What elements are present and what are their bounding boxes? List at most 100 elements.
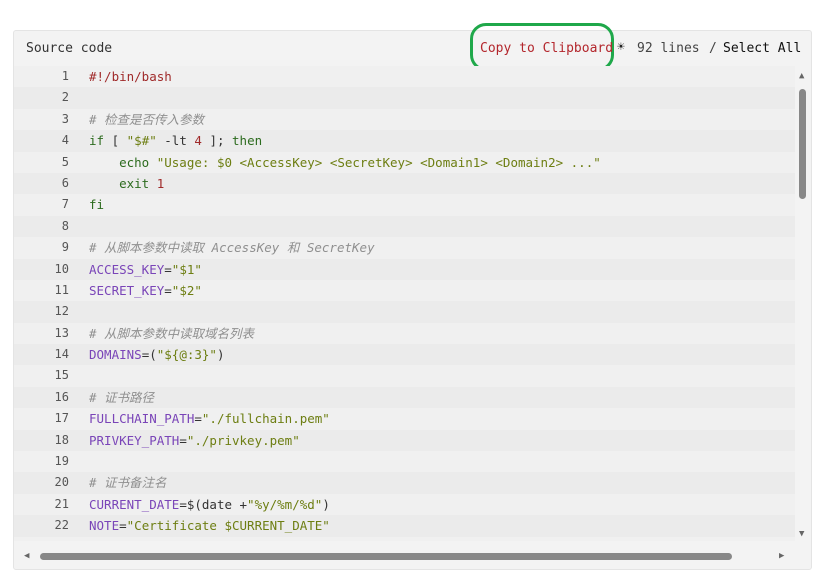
horizontal-scrollbar[interactable]: ◀ ▶ [14, 549, 795, 565]
line-number: 5 [61, 154, 69, 169]
line-number: 11 [54, 282, 69, 297]
code-token: # 证书路径 [89, 389, 155, 405]
code-token: "%y/%m/%d" [247, 496, 323, 512]
code-line: 11 SECRET_KEY="$2" [14, 279, 795, 302]
code-text: #!/bin/bash [89, 66, 172, 87]
line-count: 92 lines [637, 41, 700, 56]
code-token: "$1" [171, 261, 202, 277]
code-text: # 证书备注名 [89, 472, 167, 493]
line-number: 7 [61, 197, 69, 212]
code-token: = [119, 518, 127, 534]
code-token: "./fullchain.pem" [201, 411, 330, 427]
line-number: 20 [54, 475, 69, 490]
code-text: ACCESS_KEY="$1" [89, 259, 202, 280]
code-line: 7 fi [14, 194, 795, 216]
code-token: ]; [201, 133, 233, 149]
scroll-up-icon[interactable]: ▲ [799, 71, 804, 81]
line-number: 22 [54, 518, 69, 533]
code-token: "./privkey.pem" [186, 432, 300, 448]
code-text: # 从脚本参数中读取域名列表 [89, 323, 254, 344]
line-number: 9 [61, 240, 69, 255]
code-token: 4 [194, 133, 202, 149]
scroll-left-icon[interactable]: ◀ [24, 551, 29, 561]
code-text: echo "Usage: $0 <AccessKey> <SecretKey> … [89, 152, 601, 173]
code-text: NOTE="Certificate $CURRENT_DATE" [89, 515, 330, 536]
code-token: #!/bin/bash [89, 69, 172, 84]
code-line: 6 exit 1 [14, 172, 795, 195]
code-line: 22 NOTE="Certificate $CURRENT_DATE" [14, 515, 795, 537]
code-line: 8 [14, 215, 795, 238]
line-number: 15 [54, 368, 69, 383]
code-token: "Usage: $0 <AccessKey> <SecretKey> <Doma… [156, 154, 601, 170]
code-area[interactable]: 1 #!/bin/bash 2 3 # 检查是否传入参数 4 if [ "$#" -lt 4… [14, 66, 795, 541]
code-token: "Certificate $CURRENT_DATE" [126, 518, 330, 534]
code-line: 20 # 证书备注名 [14, 472, 795, 494]
code-token: 1 [156, 175, 165, 191]
code-text: CURRENT_DATE=$(date +"%y/%m/%d") [89, 494, 330, 515]
line-number: 1 [61, 69, 69, 83]
code-line: 14 DOMAINS=("${@:3}") [14, 344, 795, 366]
line-number: 13 [54, 325, 69, 340]
source-header: Source code Copy to Clipboard ☀ 92 lines… [14, 23, 811, 71]
code-token: # 证书备注名 [89, 475, 167, 491]
code-token: then [232, 133, 263, 149]
code-token: DOMAINS [89, 347, 142, 363]
code-line: 4 if [ "$#" -lt 4 ]; then [14, 130, 795, 152]
code-line: 18 PRIVKEY_PATH="./privkey.pem" [14, 429, 795, 452]
vertical-scrollbar[interactable]: ▲ ▼ [795, 67, 811, 543]
code-line: 17 FULLCHAIN_PATH="./fullchain.pem" [14, 408, 795, 430]
code-token: FULLCHAIN_PATH [89, 411, 195, 427]
line-number: 23 [14, 537, 69, 541]
code-token: [ [104, 133, 127, 149]
line-number: 2 [61, 90, 69, 105]
code-token: SECRET_KEY [89, 282, 165, 298]
sun-icon[interactable]: ☀ [617, 40, 625, 55]
line-number: 19 [54, 454, 69, 469]
code-text: if [ "$#" -lt 4 ]; then [89, 130, 262, 151]
code-token: = [164, 282, 172, 298]
source-code-panel: Source code Copy to Clipboard ☀ 92 lines… [13, 23, 812, 570]
code-line: 1 #!/bin/bash [14, 66, 795, 88]
line-number: 3 [61, 111, 69, 126]
code-text: # 从脚本参数中读取 AccessKey 和 SecretKey [89, 237, 375, 258]
code-token: =( [141, 347, 157, 363]
code-token: =$(date + [179, 496, 248, 512]
code-line: 5 echo "Usage: $0 <AccessKey> <SecretKey… [14, 151, 795, 173]
code-line: 9 # 从脚本参数中读取 AccessKey 和 SecretKey [14, 237, 795, 259]
scroll-down-icon[interactable]: ▼ [799, 529, 804, 539]
code-token: "${@:3}" [156, 347, 217, 363]
horizontal-scroll-thumb[interactable] [40, 553, 732, 560]
scroll-right-icon[interactable]: ▶ [779, 551, 784, 561]
code-text: # 检查是否传入参数 [89, 109, 204, 130]
line-number: 10 [54, 261, 69, 276]
line-number: 12 [54, 304, 69, 319]
header-separator: / [709, 41, 717, 56]
panel-title: Source code [26, 41, 113, 56]
code-token: ) [216, 347, 225, 363]
code-token: ACCESS_KEY [89, 261, 165, 277]
code-token: # 检查是否传入参数 [89, 111, 205, 127]
line-number: 8 [61, 218, 69, 233]
code-token: "$#" [126, 133, 157, 149]
select-all-button[interactable]: Select All [723, 41, 801, 56]
line-number: 17 [54, 411, 69, 426]
copy-to-clipboard-button[interactable]: Copy to Clipboard [480, 41, 613, 56]
code-token: ) [322, 496, 330, 512]
code-token: "$2" [171, 282, 202, 298]
code-text: # 证书路径 [89, 387, 154, 408]
code-line: 23 [14, 536, 795, 541]
code-token: PRIVKEY_PATH [89, 432, 180, 448]
line-number: 6 [61, 175, 69, 190]
code-line: 16 # 证书路径 [14, 386, 795, 409]
code-token: echo [89, 154, 157, 170]
code-text: DOMAINS=("${@:3}") [89, 344, 225, 365]
line-number: 21 [54, 496, 69, 511]
code-text: fi [89, 194, 104, 215]
code-line: 19 [14, 451, 795, 473]
code-text: exit 1 [89, 173, 164, 194]
line-number: 4 [61, 133, 69, 148]
code-line: 13 # 从脚本参数中读取域名列表 [14, 322, 795, 345]
vertical-scroll-thumb[interactable] [799, 89, 806, 199]
code-token: = [179, 432, 187, 448]
code-token: # 从脚本参数中读取域名列表 [89, 325, 255, 341]
